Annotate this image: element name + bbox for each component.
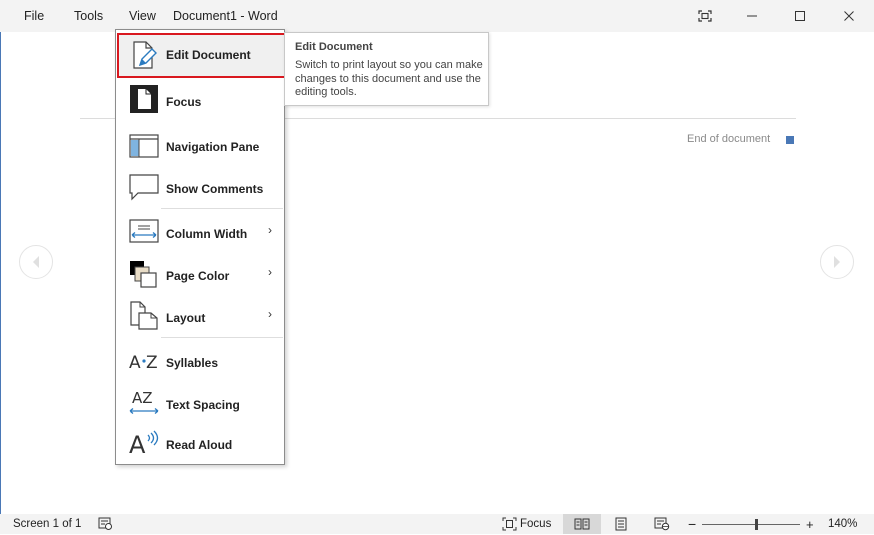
window-left-border bbox=[0, 0, 1, 534]
close-icon bbox=[844, 11, 854, 21]
syllables-icon: A Z bbox=[129, 353, 158, 373]
web-layout-icon[interactable] bbox=[654, 517, 670, 531]
comments-icon bbox=[129, 174, 159, 201]
navigation-pane-icon bbox=[129, 134, 159, 158]
tooltip-title: Edit Document bbox=[295, 41, 373, 53]
end-of-document-marker bbox=[786, 136, 794, 144]
chevron-right-icon: › bbox=[268, 307, 272, 321]
menu-separator bbox=[161, 337, 283, 338]
view-menu-dropdown: Edit Document Focus Navigation Pane Show… bbox=[115, 29, 286, 465]
chevron-right-icon: › bbox=[268, 265, 272, 279]
svg-text:Z: Z bbox=[146, 353, 158, 373]
menu-item-column-width[interactable]: Column Width › bbox=[116, 211, 284, 253]
zoom-level[interactable]: 140% bbox=[828, 514, 857, 534]
menu-item-label: Text Spacing bbox=[166, 398, 240, 412]
menu-item-label: Syllables bbox=[166, 356, 219, 370]
maximize-button[interactable] bbox=[777, 0, 823, 32]
zoom-out-button[interactable]: − bbox=[688, 514, 696, 534]
menu-item-show-comments[interactable]: Show Comments bbox=[116, 166, 284, 208]
read-mode-icon bbox=[574, 518, 590, 530]
menu-item-text-spacing[interactable]: AZ Text Spacing bbox=[116, 382, 284, 424]
document-title: Document1 - Word bbox=[173, 9, 278, 23]
next-screen-button[interactable] bbox=[820, 245, 854, 279]
status-bar: Screen 1 of 1 Focus − + 140% bbox=[0, 514, 874, 534]
svg-text:A: A bbox=[129, 353, 141, 373]
page-color-icon bbox=[130, 261, 157, 288]
print-layout-icon[interactable] bbox=[614, 517, 628, 531]
menu-item-label: Column Width bbox=[166, 227, 248, 241]
layout-icon bbox=[130, 301, 158, 330]
maximize-icon bbox=[795, 11, 805, 21]
zoom-slider-track[interactable] bbox=[702, 524, 800, 525]
menu-file[interactable]: File bbox=[24, 0, 44, 32]
focus-label: Focus bbox=[520, 518, 552, 530]
zoom-in-button[interactable]: + bbox=[806, 514, 814, 534]
chevron-right-icon bbox=[834, 256, 840, 268]
menu-item-label: Layout bbox=[166, 311, 206, 325]
accessibility-check-icon[interactable] bbox=[98, 517, 113, 531]
menu-item-focus[interactable]: Focus bbox=[116, 80, 284, 122]
svg-text:AZ: AZ bbox=[132, 389, 153, 407]
close-button[interactable] bbox=[826, 0, 872, 32]
menu-item-label: Read Aloud bbox=[166, 438, 233, 452]
menu-item-label: Focus bbox=[166, 95, 202, 109]
chevron-left-icon bbox=[33, 256, 39, 268]
menu-separator bbox=[161, 208, 283, 209]
menu-item-label: Edit Document bbox=[166, 48, 251, 62]
title-bar: File Tools View Document1 - Word bbox=[0, 0, 874, 32]
read-mode-button[interactable] bbox=[563, 514, 601, 534]
full-screen-button[interactable] bbox=[682, 0, 728, 32]
read-aloud-icon: A bbox=[129, 430, 159, 457]
chevron-right-icon: › bbox=[268, 223, 272, 237]
menu-item-navigation-pane[interactable]: Navigation Pane bbox=[116, 124, 284, 166]
focus-mode-icon bbox=[502, 517, 517, 531]
edit-document-icon bbox=[133, 41, 157, 69]
menu-item-page-color[interactable]: Page Color › bbox=[116, 253, 284, 295]
focus-button[interactable]: Focus bbox=[502, 514, 554, 534]
menu-item-syllables[interactable]: A Z Syllables bbox=[116, 340, 284, 382]
menu-item-layout[interactable]: Layout › bbox=[116, 295, 284, 337]
menu-item-read-aloud[interactable]: A Read Aloud bbox=[116, 424, 284, 464]
minimize-button[interactable] bbox=[729, 0, 775, 32]
menu-item-label: Page Color bbox=[166, 269, 230, 283]
text-spacing-icon: AZ bbox=[129, 389, 159, 414]
menu-tools[interactable]: Tools bbox=[74, 0, 103, 32]
menu-view[interactable]: View bbox=[129, 0, 156, 32]
menu-item-label: Show Comments bbox=[166, 182, 264, 196]
svg-text:A: A bbox=[129, 431, 146, 457]
previous-screen-button[interactable] bbox=[19, 245, 53, 279]
column-width-icon bbox=[129, 219, 159, 243]
end-of-document-label: End of document bbox=[687, 133, 771, 145]
tooltip-description: Switch to print layout so you can make c… bbox=[295, 59, 483, 98]
zoom-slider-thumb[interactable] bbox=[754, 519, 758, 530]
full-screen-icon bbox=[698, 10, 712, 22]
minimize-icon bbox=[747, 15, 757, 17]
menu-item-edit-document[interactable]: Edit Document bbox=[116, 33, 284, 78]
screen-count: Screen 1 of 1 bbox=[13, 518, 82, 530]
edit-document-tooltip: Edit Document Switch to print layout so … bbox=[284, 32, 489, 106]
menu-item-label: Navigation Pane bbox=[166, 140, 260, 154]
focus-icon bbox=[130, 85, 158, 113]
